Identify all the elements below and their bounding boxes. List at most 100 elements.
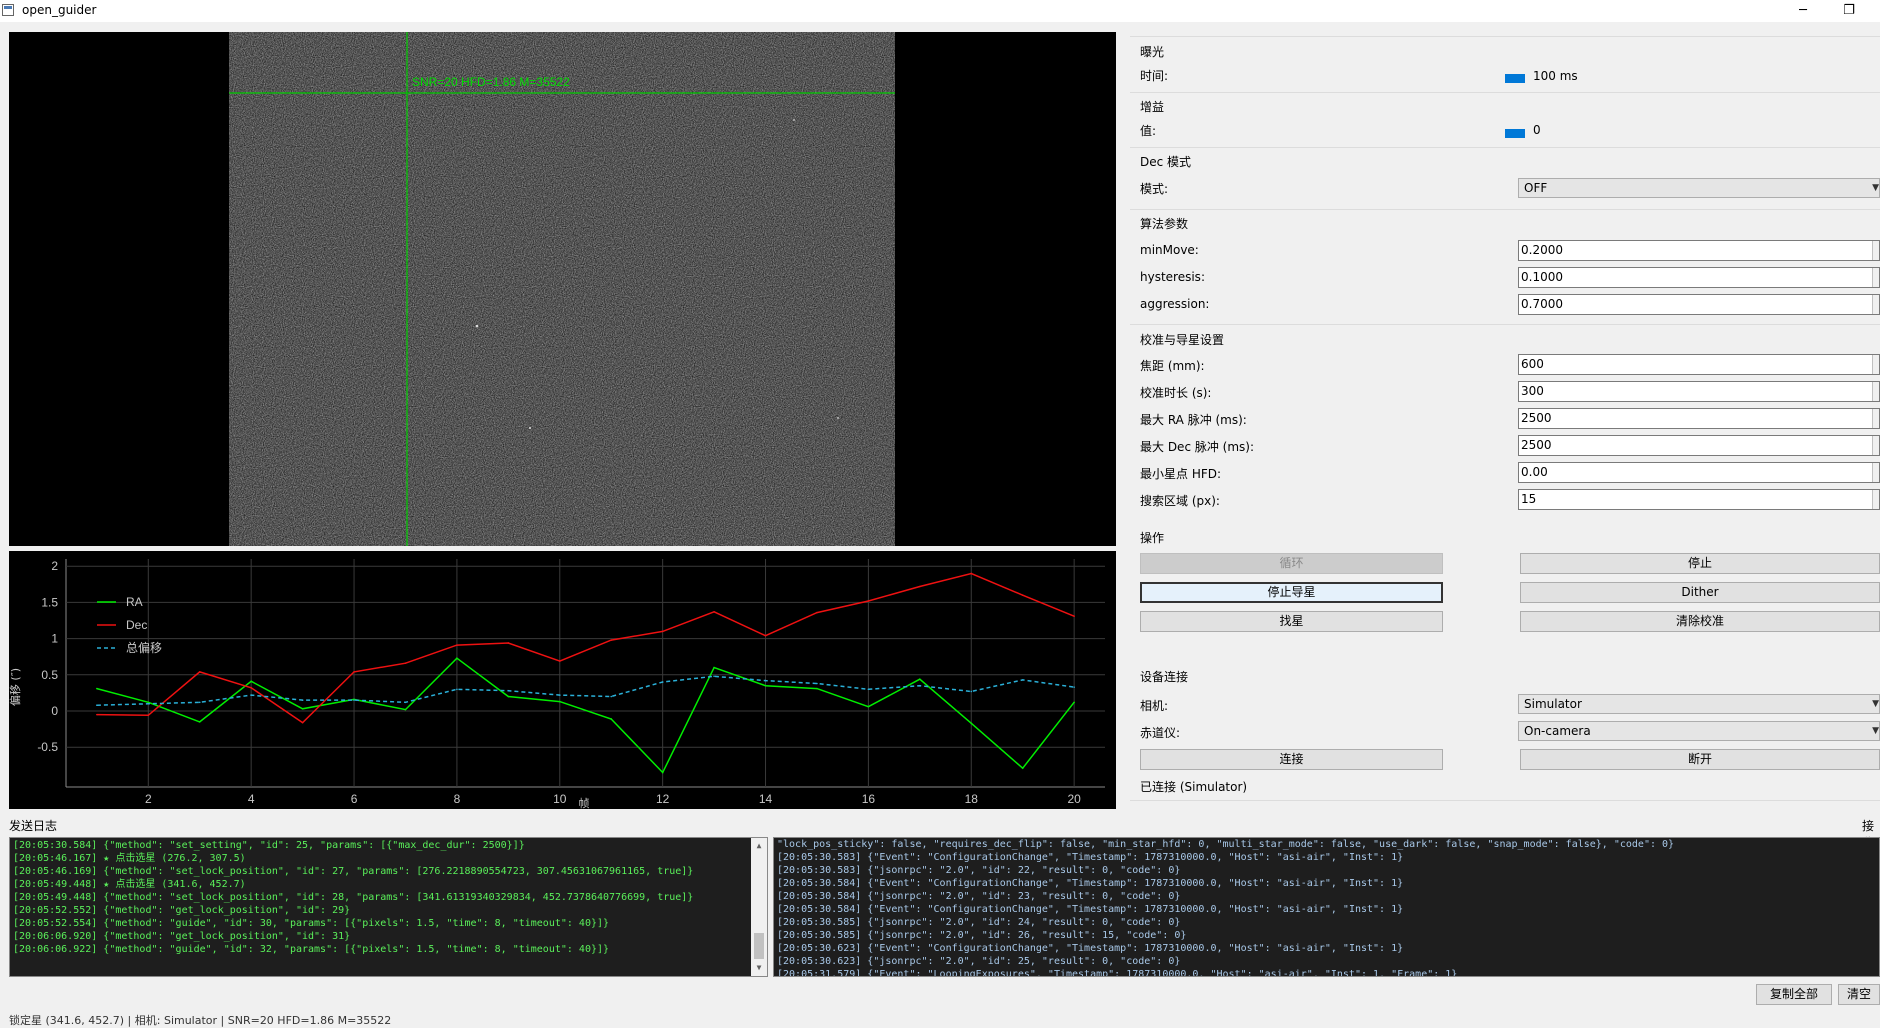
series-line-Dec [96, 572, 1075, 724]
spinbox-arrows[interactable] [1872, 295, 1879, 314]
data-point [456, 657, 458, 659]
max-ra-pulse-input[interactable]: 2500 [1518, 408, 1880, 429]
max-dec-pulse-input[interactable]: 2500 [1518, 435, 1880, 456]
focal-length-value: 600 [1521, 357, 1544, 371]
send-log-line: [20:05:30.584] {"method": "set_setting",… [13, 840, 525, 851]
data-point [1021, 594, 1024, 596]
x-tick-label: 8 [454, 792, 461, 806]
data-point [661, 771, 664, 774]
recv-log-line: [20:05:30.583] {"jsonrpc": "2.0", "id": … [777, 865, 1181, 876]
recv-log-line: [20:05:30.585] {"jsonrpc": "2.0", "id": … [777, 917, 1181, 928]
search-region-label: 搜索区域 (px): [1140, 494, 1220, 508]
operations-section: 操作 循环 停止 停止导星 Dither 找星 清除校准 [1130, 519, 1880, 679]
recv-log-line: [20:05:30.583] {"Event": "ConfigurationC… [777, 852, 1404, 863]
data-point [507, 695, 510, 698]
calib-duration-input[interactable]: 300 [1518, 381, 1880, 402]
recv-log[interactable]: "lock_pos_sticky": false, "requires_dec_… [773, 837, 1880, 977]
device-title: 设备连接 [1140, 670, 1189, 684]
star [793, 119, 795, 121]
title-bar: open_guider ─ ❐ [0, 0, 1880, 22]
search-region-input[interactable]: 15 [1518, 489, 1880, 510]
scroll-up-icon[interactable]: ▲ [751, 838, 767, 854]
minimize-icon[interactable]: ─ [1780, 1, 1826, 21]
aggression-input[interactable]: 0.7000 [1518, 294, 1880, 315]
data-point [147, 702, 150, 705]
y-tick-label: 2 [51, 559, 58, 573]
send-log-line: [20:06:06.920] {"method": "get_lock_posi… [13, 931, 351, 942]
spinbox-arrows[interactable] [1872, 409, 1879, 428]
spinbox-arrows[interactable] [1872, 355, 1879, 374]
spinbox-arrows[interactable] [1872, 268, 1879, 287]
x-tick-label: 18 [965, 792, 979, 806]
loop-button[interactable]: 循环 [1140, 553, 1443, 574]
spinbox-arrows[interactable] [1872, 490, 1879, 509]
gain-value-label: 值: [1140, 124, 1157, 138]
data-point [147, 701, 150, 704]
stop-button[interactable]: 停止 [1520, 553, 1880, 574]
send-log-line: [20:05:52.554] {"method": "guide", "id":… [13, 918, 610, 929]
data-point [610, 639, 613, 641]
dec-mode-select[interactable]: OFF ▼ [1518, 178, 1880, 198]
recv-log-line: [20:05:30.585] {"jsonrpc": "2.0", "id": … [777, 930, 1187, 941]
send-log-line: [20:05:52.552] {"method": "get_lock_posi… [13, 905, 351, 916]
restore-icon[interactable]: ❐ [1826, 1, 1872, 21]
operations-title: 操作 [1140, 531, 1165, 545]
spinbox-arrows[interactable] [1872, 436, 1879, 455]
dec-mode-section: Dec 模式 模式: OFF ▼ [1130, 147, 1880, 198]
connect-button[interactable]: 连接 [1140, 749, 1443, 770]
copy-all-button[interactable]: 复制全部 [1756, 984, 1832, 1005]
data-point [867, 688, 870, 691]
exposure-section: 曝光 时间: 100 ms [1130, 36, 1880, 83]
minmove-input[interactable]: 0.2000 [1518, 240, 1880, 261]
scroll-thumb[interactable] [754, 933, 764, 959]
exposure-slider-handle[interactable] [1505, 74, 1525, 83]
scroll-down-icon[interactable]: ▼ [751, 960, 767, 976]
data-point [301, 699, 304, 701]
focal-length-label: 焦距 (mm): [1140, 359, 1205, 373]
send-log-line: [20:05:49.448] ★ 点击选星 (341.6, 452.7) [13, 879, 246, 890]
chevron-down-icon: ▼ [1872, 699, 1879, 709]
gain-section: 增益 值: 0 [1130, 92, 1880, 138]
data-point [404, 701, 407, 704]
data-point [558, 694, 561, 696]
spinbox-arrows[interactable] [1872, 463, 1879, 482]
data-point [816, 687, 818, 690]
data-point [919, 585, 921, 588]
data-point [610, 695, 613, 698]
mount-select-value: On-camera [1524, 724, 1591, 738]
mount-select[interactable]: On-camera ▼ [1518, 721, 1880, 741]
y-tick-label: 0.5 [41, 668, 58, 682]
data-point [661, 630, 664, 633]
recv-log-line: [20:05:31.579] {"Event": "LoopingExposur… [777, 969, 1458, 977]
hysteresis-input[interactable]: 0.1000 [1518, 267, 1880, 288]
hysteresis-label: hysteresis: [1140, 270, 1205, 284]
min-hfd-input[interactable]: 0.00 [1518, 462, 1880, 483]
app-icon [2, 4, 14, 16]
data-point [198, 701, 201, 704]
exposure-value: 100 ms [1533, 69, 1578, 83]
legend-label-dec: Dec [126, 618, 147, 632]
recv-log-line: [20:05:30.623] {"jsonrpc": "2.0", "id": … [777, 956, 1181, 967]
y-tick-label: -0.5 [37, 740, 58, 754]
dither-button[interactable]: Dither [1520, 582, 1880, 603]
find-star-button[interactable]: 找星 [1140, 611, 1443, 632]
spinbox-arrows[interactable] [1872, 382, 1879, 401]
data-point [558, 700, 561, 703]
send-log-title: 发送日志 [9, 819, 58, 833]
data-point [661, 681, 664, 683]
focal-length-input[interactable]: 600 [1518, 354, 1880, 375]
spinbox-arrows[interactable] [1872, 241, 1879, 260]
camera-view[interactable]: SNR=20 HFD=1.86 M=35522 [9, 32, 1116, 546]
stop-guide-button[interactable]: 停止导星 [1140, 582, 1443, 603]
recv-log-line: [20:05:30.623] {"Event": "ConfigurationC… [777, 943, 1404, 954]
camera-select[interactable]: Simulator ▼ [1518, 694, 1880, 714]
minmove-value: 0.2000 [1521, 243, 1563, 257]
gain-slider-handle[interactable] [1505, 129, 1525, 138]
clear-log-button[interactable]: 清空 [1838, 984, 1880, 1005]
data-point [919, 684, 921, 687]
send-log[interactable]: [20:05:30.584] {"method": "set_setting",… [9, 837, 768, 977]
star [528, 426, 532, 430]
send-log-scrollbar[interactable]: ▲ ▼ [751, 838, 767, 976]
clear-calibration-button[interactable]: 清除校准 [1520, 611, 1880, 632]
disconnect-button[interactable]: 断开 [1520, 749, 1880, 770]
